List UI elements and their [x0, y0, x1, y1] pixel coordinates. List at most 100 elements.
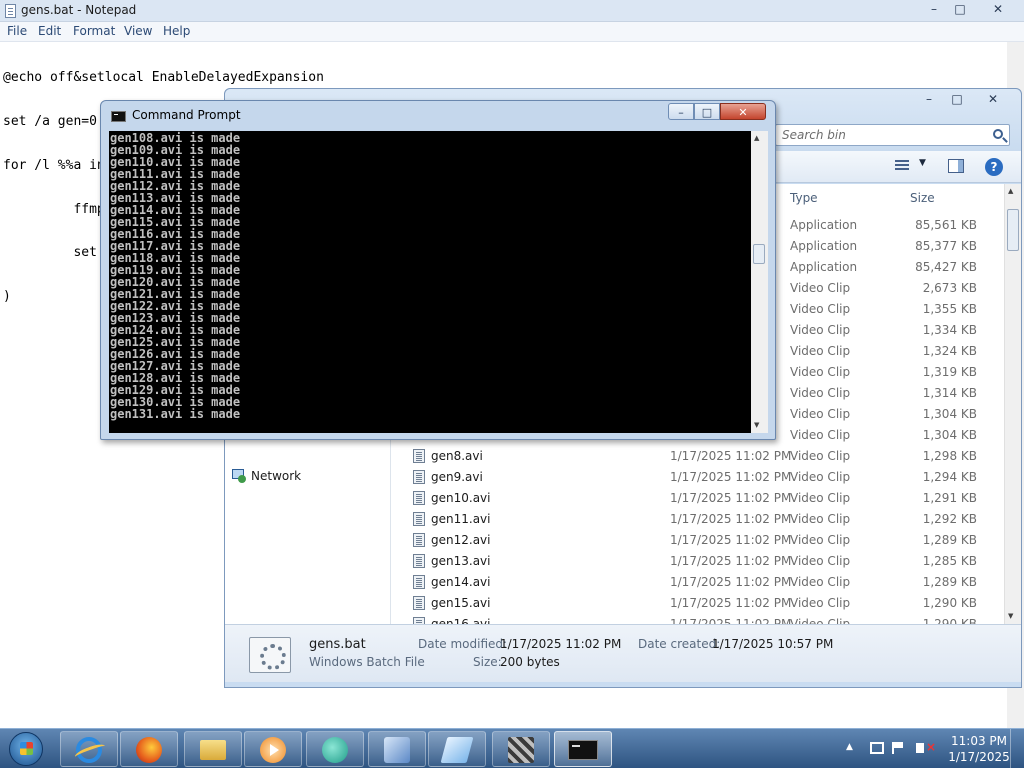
notepad-close-button[interactable]: ✕: [984, 1, 1012, 18]
taskbar-command-prompt[interactable]: [554, 731, 612, 767]
notepad-maximize-button[interactable]: □: [946, 1, 974, 18]
scroll-down-icon[interactable]: ▼: [754, 421, 759, 429]
start-button[interactable]: [2, 730, 50, 768]
taskbar-windows-explorer[interactable]: [184, 731, 242, 767]
taskbar-media-player[interactable]: [244, 731, 302, 767]
file-row[interactable]: gen16.avi 1/17/2025 11:02 PM Video Clip 1,2…: [392, 614, 1004, 624]
file-row[interactable]: gen15.avi 1/17/2025 11:02 PM Video Clip 1,2…: [392, 593, 1004, 614]
command-prompt-close-button[interactable]: ✕: [720, 103, 766, 120]
file-type: Video Clip: [790, 596, 851, 610]
file-row[interactable]: gen8.avi 1/17/2025 11:02 PM Video Clip 1,29…: [392, 446, 1004, 467]
taskbar-app[interactable]: [368, 731, 426, 767]
file-type: Video Clip: [790, 407, 851, 421]
scroll-down-icon[interactable]: ▼: [1008, 612, 1013, 620]
media-player-icon: [260, 737, 286, 763]
app-icon: [384, 737, 410, 763]
file-name: gen14.avi: [431, 575, 491, 589]
file-list-scrollbar[interactable]: ▲ ▼: [1004, 184, 1021, 624]
file-size: 1,289 KB: [922, 533, 977, 547]
code-line: @echo off&setlocal EnableDelayedExpansio…: [3, 70, 324, 86]
file-type: Video Clip: [790, 428, 851, 442]
taskbar-app[interactable]: [428, 731, 486, 767]
notepad-title-bar[interactable]: gens.bat - Notepad – □ ✕: [0, 0, 1024, 22]
file-size: 1,294 KB: [922, 470, 977, 484]
show-desktop-button[interactable]: [1010, 729, 1024, 769]
action-center-flag-icon[interactable]: [892, 742, 903, 754]
file-size: 85,427 KB: [915, 260, 977, 274]
file-size: 1,334 KB: [922, 323, 977, 337]
menu-view[interactable]: View: [124, 24, 152, 38]
file-size: 1,355 KB: [922, 302, 977, 316]
file-row[interactable]: gen10.avi 1/17/2025 11:02 PM Video Clip 1,2…: [392, 488, 1004, 509]
scroll-up-icon[interactable]: ▲: [754, 134, 759, 142]
notepad-minimize-button[interactable]: –: [920, 1, 948, 18]
command-prompt-minimize-button[interactable]: –: [668, 103, 694, 120]
file-date-modified: 1/17/2025 11:02 PM: [670, 533, 792, 547]
scroll-up-icon[interactable]: ▲: [1008, 187, 1013, 195]
nav-item-network[interactable]: Network: [232, 469, 301, 483]
file-name: gen10.avi: [431, 491, 491, 505]
file-type: Video Clip: [790, 533, 851, 547]
network-status-icon[interactable]: [870, 742, 884, 754]
taskbar-firefox[interactable]: [120, 731, 178, 767]
help-icon[interactable]: ?: [985, 158, 1003, 176]
date-modified-value: 1/17/2025 11:02 PM: [500, 637, 622, 651]
console-scrollbar[interactable]: ▲ ▼: [751, 131, 768, 433]
file-row[interactable]: gen14.avi 1/17/2025 11:02 PM Video Clip 1,2…: [392, 572, 1004, 593]
explorer-minimize-button[interactable]: –: [915, 91, 943, 108]
command-prompt-icon: [568, 740, 598, 760]
file-row[interactable]: gen13.avi 1/17/2025 11:02 PM Video Clip 1,2…: [392, 551, 1004, 572]
file-icon: [413, 617, 425, 624]
file-name: gen9.avi: [431, 470, 483, 484]
change-view-icon[interactable]: [895, 160, 909, 172]
file-row[interactable]: gen11.avi 1/17/2025 11:02 PM Video Clip 1,2…: [392, 509, 1004, 530]
chevron-down-icon[interactable]: ▼: [919, 158, 926, 168]
file-type: Video Clip: [790, 512, 851, 526]
file-size: 85,561 KB: [915, 218, 977, 232]
file-size: 1,285 KB: [922, 554, 977, 568]
taskbar-app[interactable]: [306, 731, 364, 767]
column-header-size[interactable]: Size: [910, 191, 935, 205]
console-line: gen131.avi is made: [110, 407, 241, 421]
folder-icon: [200, 740, 226, 760]
command-prompt-maximize-button[interactable]: □: [694, 103, 720, 120]
show-hidden-icons-icon[interactable]: ▲: [846, 742, 853, 752]
file-size: 1,290 KB: [922, 617, 977, 624]
date-modified-label: Date modified:: [418, 637, 508, 651]
menu-edit[interactable]: Edit: [38, 24, 61, 38]
file-icon: [413, 554, 425, 568]
command-prompt-icon: [111, 111, 126, 122]
notepad-icon: [5, 4, 16, 18]
file-type: Video Clip: [790, 617, 851, 624]
search-icon[interactable]: [993, 129, 1003, 139]
command-prompt-title-bar[interactable]: Command Prompt – □ ✕: [101, 101, 775, 131]
explorer-close-button[interactable]: ✕: [979, 91, 1007, 108]
clock-date[interactable]: 1/17/2025: [944, 750, 1014, 764]
file-row[interactable]: gen9.avi 1/17/2025 11:02 PM Video Clip 1,29…: [392, 467, 1004, 488]
file-icon: [413, 470, 425, 484]
details-pane: gens.bat Windows Batch File Date modifie…: [225, 624, 1021, 682]
file-name: gen8.avi: [431, 449, 483, 463]
network-icon: [231, 469, 247, 483]
file-type: Video Clip: [790, 281, 851, 295]
column-header-type[interactable]: Type: [790, 191, 818, 205]
file-date-modified: 1/17/2025 11:02 PM: [670, 575, 792, 589]
file-row[interactable]: gen12.avi 1/17/2025 11:02 PM Video Clip 1,2…: [392, 530, 1004, 551]
search-input[interactable]: Search bin: [775, 124, 1010, 146]
volume-muted-icon[interactable]: [916, 743, 924, 753]
taskbar-internet-explorer[interactable]: [60, 731, 118, 767]
search-placeholder: Search bin: [782, 128, 846, 142]
scrollbar-thumb[interactable]: [753, 244, 765, 264]
scrollbar-thumb[interactable]: [1007, 209, 1019, 251]
file-size: 1,292 KB: [922, 512, 977, 526]
explorer-maximize-button[interactable]: □: [943, 91, 971, 108]
menu-file[interactable]: File: [7, 24, 27, 38]
clock-time[interactable]: 11:03 PM: [944, 734, 1014, 748]
file-icon: [413, 512, 425, 526]
details-file-name: gens.bat: [309, 637, 366, 652]
menu-format[interactable]: Format: [73, 24, 115, 38]
menu-help[interactable]: Help: [163, 24, 190, 38]
preview-pane-icon[interactable]: [948, 159, 964, 173]
console-output[interactable]: gen108.avi is made gen109.avi is made gen1…: [109, 131, 751, 433]
taskbar-app[interactable]: [492, 731, 550, 767]
